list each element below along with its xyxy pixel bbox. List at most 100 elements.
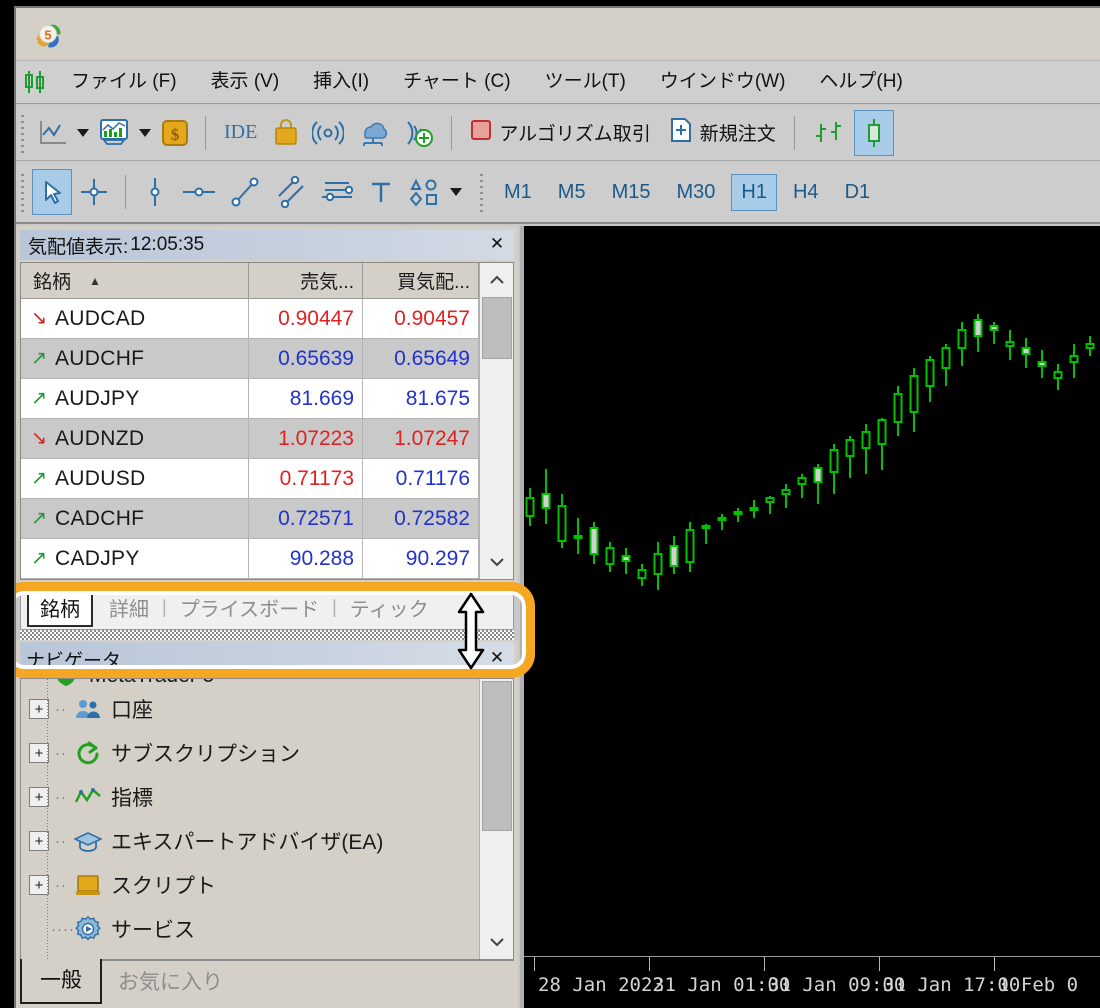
new-order-button[interactable]: 新規注文: [660, 110, 785, 156]
expand-plus-icon[interactable]: +: [29, 787, 49, 807]
timeframe-h4[interactable]: H4: [783, 174, 829, 211]
menu-window[interactable]: ウインドウ(W): [643, 60, 803, 104]
subscribe-icon[interactable]: [396, 110, 442, 156]
table-row[interactable]: ↗AUDUSD0.711730.71176: [21, 459, 479, 499]
horizontal-line-tool[interactable]: [175, 169, 223, 215]
ask-price: 0.71176: [396, 467, 470, 491]
timeframe-h1[interactable]: H1: [731, 174, 777, 211]
red-square-icon: [470, 119, 492, 146]
candlestick: [671, 536, 678, 574]
accounts-icon[interactable]: $: [154, 110, 196, 156]
time-axis-tick: [649, 957, 650, 971]
expand-plus-icon[interactable]: +: [29, 831, 49, 851]
bar-chart-icon[interactable]: [804, 110, 854, 156]
menu-view[interactable]: 表示 (V): [194, 60, 297, 104]
nav-tab-favorites[interactable]: お気に入り: [102, 961, 239, 1004]
crosshair-tool[interactable]: [72, 169, 116, 215]
trendline-tool[interactable]: [223, 169, 267, 215]
new-chart-dropdown[interactable]: [74, 110, 92, 156]
toolbar-separator-3: [794, 116, 795, 150]
table-row[interactable]: ↗AUDCHF0.656390.65649: [21, 339, 479, 379]
shapes-tool[interactable]: [401, 169, 447, 215]
tools-toolbar-drag-grip[interactable]: [18, 170, 28, 214]
timeframe-m15[interactable]: M15: [602, 174, 661, 211]
column-header-symbol[interactable]: 銘柄 ▲: [21, 263, 249, 298]
timeframe-toolbar-drag-grip[interactable]: [477, 170, 487, 214]
table-row[interactable]: ↗CADCHF0.725710.72582: [21, 499, 479, 539]
bid-price: 0.65639: [278, 347, 354, 371]
candlestick: [895, 386, 902, 436]
fibonacci-tool[interactable]: [313, 169, 361, 215]
timeframe-m30[interactable]: M30: [667, 174, 726, 211]
table-row[interactable]: ↗CADJPY90.28890.297: [21, 539, 479, 579]
text-tool[interactable]: [361, 169, 401, 215]
navigator-root-item[interactable]: MetaTrader 5: [21, 678, 479, 687]
scrollbar-thumb[interactable]: [482, 297, 512, 359]
navigator-item-4[interactable]: +··エキスパートアドバイザ(EA): [21, 819, 479, 863]
vertical-line-tool[interactable]: [135, 169, 175, 215]
navigator-item-6[interactable]: ····サービス: [21, 907, 479, 951]
timeframe-m5[interactable]: M5: [548, 174, 596, 211]
menu-help[interactable]: ヘルプ(H): [802, 60, 919, 104]
panel-splitter[interactable]: [20, 630, 514, 640]
menu-tools[interactable]: ツール(T): [528, 60, 643, 104]
tree-dots: ····: [51, 921, 71, 938]
market-watch-dropdown[interactable]: [136, 110, 154, 156]
toolbar-drag-grip[interactable]: [18, 111, 28, 155]
arrow-down-icon: ↘: [31, 307, 55, 330]
tree-dots: ··: [51, 701, 71, 718]
shapes-dropdown[interactable]: [447, 169, 465, 215]
scroll-down-icon[interactable]: [480, 545, 514, 579]
table-row[interactable]: ↘AUDCAD0.904470.90457: [21, 299, 479, 339]
menu-file[interactable]: ファイル (F): [54, 60, 194, 104]
cell-ask: 0.65649: [363, 339, 479, 379]
navigator-item-5[interactable]: +··スクリプト: [21, 863, 479, 907]
navigator-item-2[interactable]: +··サブスクリプション: [21, 731, 479, 775]
scroll-up-icon[interactable]: [480, 263, 514, 297]
cell-ask: 0.90457: [363, 299, 479, 339]
signals-icon[interactable]: [306, 110, 350, 156]
candlestick: [719, 514, 726, 530]
tab-symbols[interactable]: 銘柄: [27, 588, 93, 627]
navigator-scroll-down-icon[interactable]: [480, 925, 514, 959]
column-header-bid[interactable]: 売気...: [249, 263, 363, 298]
cursor-tool[interactable]: [32, 169, 72, 215]
expand-plus-icon[interactable]: +: [29, 875, 49, 895]
timeframe-m1[interactable]: M1: [494, 174, 542, 211]
symbol-name: AUDUSD: [55, 467, 145, 491]
navigator-scrollbar-thumb[interactable]: [482, 681, 512, 831]
column-header-ask[interactable]: 買気配...: [363, 263, 479, 298]
chart-panel[interactable]: 28 Jan 202231 Jan 01:0031 Jan 09:0031 Ja…: [520, 226, 1100, 1008]
tab-price-board[interactable]: プライスボード: [170, 591, 329, 624]
tab-details[interactable]: 詳細: [99, 591, 159, 624]
table-row[interactable]: ↗AUDJPY81.66981.675: [21, 379, 479, 419]
candlestick: [607, 542, 614, 572]
timeframe-d1[interactable]: D1: [835, 174, 881, 211]
menu-chart[interactable]: チャート (C): [386, 60, 527, 104]
ide-button[interactable]: IDE: [215, 110, 266, 156]
algo-trading-button[interactable]: アルゴリズム取引: [461, 110, 659, 156]
market-watch-titlebar: 気配値表示: 12:05:35 ✕: [20, 230, 514, 260]
nav-tab-common[interactable]: 一般: [20, 959, 102, 1004]
candlestick-chart-icon[interactable]: [854, 110, 894, 156]
market-watch-scrollbar[interactable]: [479, 263, 513, 579]
table-row[interactable]: ↘AUDNZD1.072231.07247: [21, 419, 479, 459]
navigator-item-1[interactable]: +··口座: [21, 687, 479, 731]
new-chart-icon[interactable]: [32, 110, 74, 156]
market-watch-header-row: 銘柄 ▲ 売気... 買気配...: [21, 263, 479, 299]
market-icon[interactable]: [266, 110, 306, 156]
navigator-scrollbar[interactable]: [479, 679, 513, 959]
menu-insert[interactable]: 挿入(I): [296, 60, 386, 104]
close-icon[interactable]: ✕: [486, 233, 508, 255]
arrow-up-icon: ↗: [31, 467, 55, 490]
expand-plus-icon[interactable]: +: [29, 743, 49, 763]
symbol-name: AUDNZD: [55, 427, 144, 451]
tab-ticks[interactable]: ティック: [340, 591, 439, 624]
candlestick-chart[interactable]: [524, 226, 1100, 956]
equidistant-channel-tool[interactable]: [267, 169, 313, 215]
navigator-item-3[interactable]: +··指標: [21, 775, 479, 819]
bid-price: 1.07223: [278, 427, 354, 451]
vps-icon[interactable]: [350, 110, 396, 156]
market-watch-icon[interactable]: [92, 110, 136, 156]
expand-plus-icon[interactable]: +: [29, 699, 49, 719]
